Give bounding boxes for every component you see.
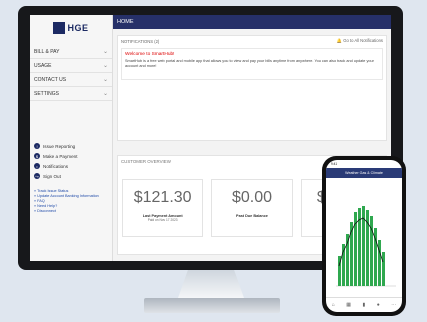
card-past-due: $0.00 Past Due Balance	[211, 179, 293, 237]
quick-action-issue-reporting[interactable]: ! Issue Reporting	[34, 141, 112, 151]
alert-icon: !	[34, 143, 40, 149]
monitor-stand	[144, 298, 280, 313]
sidebar-item-settings[interactable]: SETTINGS ⌄	[30, 87, 112, 101]
bell-icon: 🔔	[336, 38, 343, 43]
bell-icon: •	[34, 163, 40, 169]
notifications-icon[interactable]: ●	[377, 302, 380, 308]
sidebar-item-label: USAGE	[34, 62, 52, 69]
welcome-title: Welcome to SmartHub!	[125, 52, 175, 57]
phone-tab-bar: ⌂ ▦ ▮ ● ⋯	[326, 297, 402, 312]
phone-header-title: Weather Gas & Climate	[345, 171, 383, 175]
home-icon[interactable]: ⌂	[332, 302, 335, 308]
chevron-down-icon: ⌄	[102, 49, 108, 55]
sidebar-item-label: SETTINGS	[34, 90, 60, 97]
phone-screen: 9:41 Weather Gas & Climate ⌂ ▦ ▮ ● ⋯	[326, 160, 402, 312]
card-amount: $121.30	[133, 189, 192, 206]
sidebar-item-label: BILL & PAY	[34, 48, 60, 55]
phone-header: Weather Gas & Climate	[326, 168, 402, 178]
go-to-all-notifications-link[interactable]: 🔔 Go to All Notifications	[337, 38, 383, 44]
sign-out-icon: ↪	[34, 173, 40, 179]
notifications-panel: NOTIFICATIONS (2) 🔔 Go to All Notificati…	[117, 35, 387, 141]
monitor-neck	[178, 270, 244, 298]
chevron-down-icon: ⌄	[102, 63, 108, 69]
quick-action-sign-out[interactable]: ↪ Sign Out	[34, 171, 112, 181]
card-last-payment: $121.30 Last Payment Amount Paid on Nov …	[122, 179, 204, 237]
quick-action-notifications[interactable]: • Notifications	[34, 161, 112, 171]
card-amount: $0.00	[231, 189, 273, 206]
link-disconnect[interactable]: » Disconnect	[34, 209, 112, 214]
sidebar: HGE BILL & PAY ⌄ USAGE ⌄ CONTACT US ⌄ SE…	[30, 15, 113, 261]
sidebar-item-bill-pay[interactable]: BILL & PAY ⌄	[30, 45, 112, 59]
sidebar-item-label: CONTACT US	[34, 76, 67, 83]
phone-status-time: 9:41	[331, 162, 338, 166]
welcome-body: SmartHub is a free web portal and mobile…	[125, 59, 374, 68]
quick-action-label: Notifications	[43, 163, 69, 169]
more-icon[interactable]: ⋯	[391, 302, 396, 308]
chevron-down-icon: ⌄	[102, 77, 108, 83]
phone-frame: 9:41 Weather Gas & Climate ⌂ ▦ ▮ ● ⋯	[322, 156, 406, 316]
logo-mark-icon	[53, 22, 66, 34]
quick-action-label: Sign Out	[43, 173, 61, 179]
sidebar-links: » Track Issue Status » Update Account Ba…	[30, 189, 112, 214]
logo-text: HGE	[67, 23, 89, 33]
usage-icon[interactable]: ▮	[362, 302, 365, 308]
quick-action-make-payment[interactable]: $ Make a Payment	[34, 151, 112, 161]
phone-usage-chart	[336, 206, 396, 287]
phone-status-bar: 9:41	[326, 160, 402, 168]
quick-action-label: Make a Payment	[43, 153, 78, 159]
page-title: HOME	[117, 19, 134, 25]
quick-action-label: Issue Reporting	[43, 143, 76, 149]
sidebar-item-usage[interactable]: USAGE ⌄	[30, 59, 112, 73]
sidebar-item-contact-us[interactable]: CONTACT US ⌄	[30, 73, 112, 87]
card-label: Past Due Balance	[236, 214, 268, 218]
payment-icon: $	[34, 153, 40, 159]
billing-icon[interactable]: ▦	[346, 302, 351, 308]
quick-actions: ! Issue Reporting $ Make a Payment • Not…	[30, 141, 112, 181]
notifications-header: NOTIFICATIONS (2) 🔔 Go to All Notificati…	[118, 36, 386, 46]
welcome-notification: Welcome to SmartHub! SmartHub is a free …	[121, 48, 383, 80]
notifications-title: NOTIFICATIONS (2)	[121, 38, 160, 44]
logo[interactable]: HGE	[30, 15, 112, 41]
chevron-down-icon: ⌄	[102, 91, 108, 97]
card-sublabel: Paid on Nov 17 2023	[147, 218, 178, 222]
page-header: HOME	[113, 15, 391, 29]
sidebar-nav: BILL & PAY ⌄ USAGE ⌄ CONTACT US ⌄ SETTIN…	[30, 45, 112, 101]
